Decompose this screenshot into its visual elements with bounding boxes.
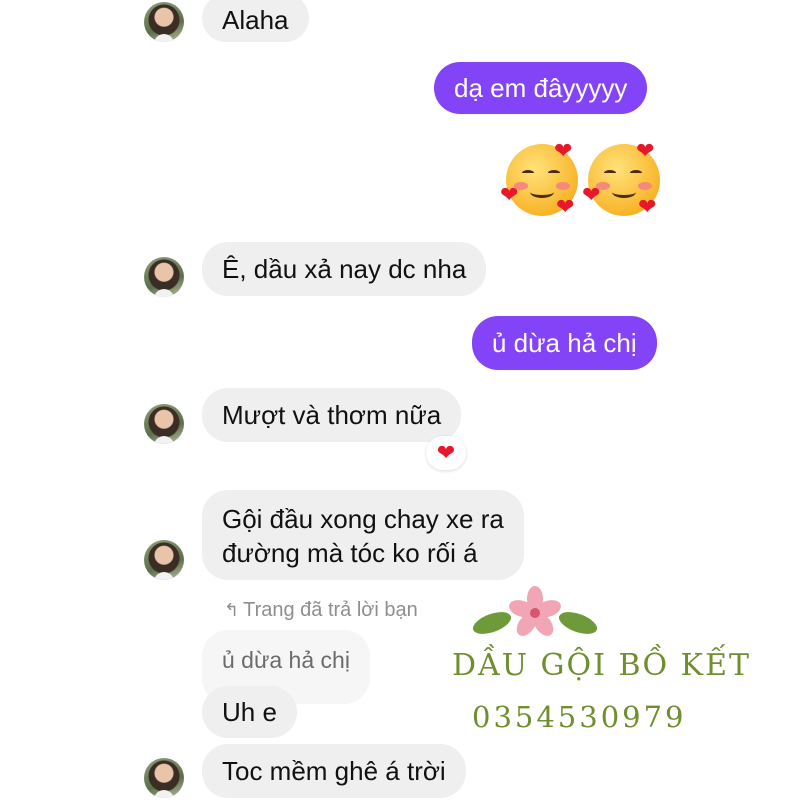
- message-incoming[interactable]: Gội đầu xong chay xe ra đường mà tóc ko …: [202, 490, 524, 580]
- message-text: Toc mềm ghê á trời: [222, 756, 446, 786]
- brand-name: DẦU GỘI BỒ KẾT: [452, 648, 751, 683]
- message-text: Ê, dầu xả nay dc nha: [222, 254, 467, 284]
- smiling-face-with-hearts-emoji[interactable]: ❤ ❤ ❤: [582, 140, 660, 218]
- quoted-message-text: ủ dừa hả chị: [222, 647, 350, 673]
- avatar[interactable]: [144, 758, 184, 798]
- message-text: Mượt và thơm nữa: [222, 400, 442, 430]
- message-text: Alaha: [222, 5, 289, 35]
- message-outgoing[interactable]: dạ em đâyyyyy: [434, 62, 648, 114]
- avatar[interactable]: [144, 2, 184, 42]
- message-outgoing[interactable]: ủ dừa hả chị: [472, 316, 657, 370]
- message-text-line: đường mà tóc ko rối á: [222, 538, 478, 568]
- reply-label-text: Trang đã trả lời bạn: [243, 599, 418, 621]
- message-incoming[interactable]: Toc mềm ghê á trời: [202, 744, 466, 798]
- message-incoming[interactable]: Uh e: [202, 686, 297, 738]
- avatar[interactable]: [144, 257, 184, 297]
- message-text-line: Gội đầu xong chay xe ra: [222, 504, 504, 534]
- message-incoming[interactable]: Ê, dầu xả nay dc nha: [202, 242, 487, 296]
- avatar[interactable]: [144, 540, 184, 580]
- heart-reaction-icon[interactable]: ❤: [426, 436, 466, 470]
- heart-icon: ❤: [436, 440, 456, 465]
- message-incoming[interactable]: Alaha: [202, 0, 309, 42]
- message-text: Uh e: [222, 697, 277, 727]
- reply-arrow-icon: ↰: [224, 600, 240, 620]
- avatar[interactable]: [144, 404, 184, 444]
- reply-label: ↰ Trang đã trả lời bạn: [224, 599, 418, 622]
- brand-phone: 0354530979: [472, 700, 687, 734]
- smiling-face-with-hearts-emoji[interactable]: ❤ ❤ ❤: [500, 140, 578, 218]
- message-text: ủ dừa hả chị: [492, 328, 637, 358]
- message-incoming[interactable]: Mượt và thơm nữa: [202, 388, 462, 442]
- flower-leaves-logo: [472, 586, 598, 636]
- message-text: dạ em đâyyyyy: [454, 73, 628, 103]
